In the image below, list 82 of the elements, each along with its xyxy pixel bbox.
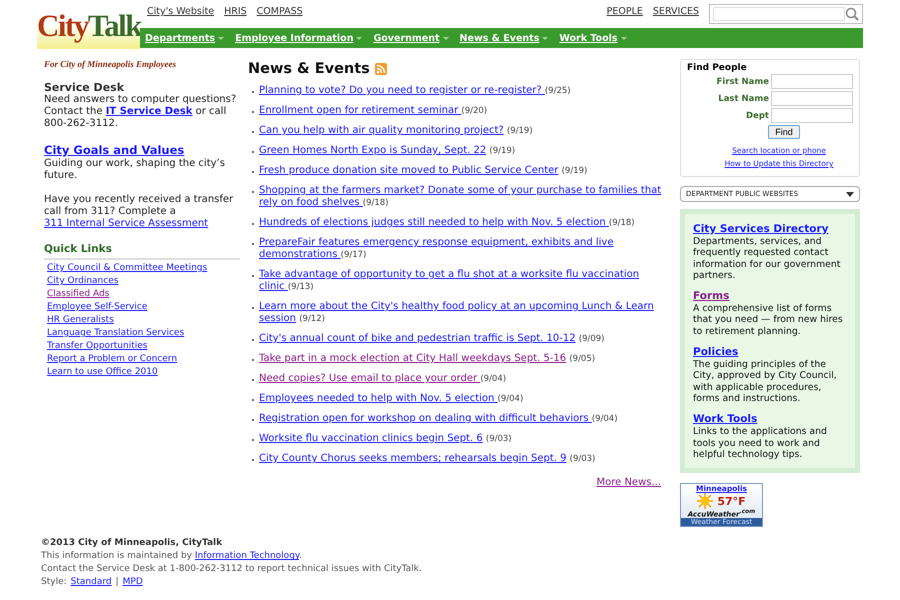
news-item[interactable]: Take part in a mock election at City Hall weekdays Sept. 5-16 (9/05): [259, 353, 596, 365]
quick-link[interactable]: Language Translation Services: [47, 328, 184, 338]
field-label: Last Name: [718, 94, 769, 104]
news-item[interactable]: Take advantage of opportunity to get a flu shot at a worksite flu vaccination clinic (9/13): [259, 269, 663, 293]
news-item[interactable]: Planning to vote? Do you need to register or re-register? (9/25): [259, 85, 571, 97]
service-description: Departments, services, and frequently requested contact information for our government partners.: [693, 236, 842, 282]
it-service-desk-link[interactable]: IT Service Desk: [106, 106, 192, 117]
service-link[interactable]: City Services Directory: [693, 223, 828, 235]
transfer-text: Have you recently received a transfer call from 311? Complete a 311 Internal Service Assessment: [44, 194, 234, 230]
field-label: Dept: [746, 110, 769, 120]
nav-menu-item[interactable]: Government: [373, 32, 449, 44]
copyright-text: ©2013 City of Minneapolis, CityTalk: [41, 537, 224, 550]
news-item[interactable]: Employees needed to help with Nov. 5 election (9/04): [259, 393, 524, 405]
contact-text: Contact the Service Desk at 1-800-262-3112 to report technical issues with CityTalk.: [41, 563, 423, 576]
quick-link[interactable]: Classified Ads: [47, 289, 110, 299]
service-desk-text: Need answers to computer questions? Contact the IT Service Desk or call 800-262-3112.: [44, 94, 238, 130]
news-item[interactable]: Worksite flu vaccination clinics begin Sept. 6 (9/03): [259, 433, 512, 445]
input-field[interactable]: [771, 91, 853, 106]
service-description: Links to the applications and tools you need to work and helpful technology tips.: [693, 426, 828, 460]
news-item[interactable]: PrepareFair features emergency response equipment, exhibits and live demonstrations (9/17): [259, 237, 663, 261]
news-item[interactable]: Green Homes North Expo is Sunday, Sept. 22 (9/19): [259, 145, 516, 157]
nav-menu-item[interactable]: News & Events: [460, 32, 548, 44]
nav-menu-item[interactable]: Employee Information: [235, 32, 362, 44]
news-item[interactable]: Registration open for workshop on dealing with difficult behaviors (9/04): [259, 413, 618, 425]
service-description: A comprehensive list of forms that you need — from new hires to retirement planning.: [693, 303, 844, 338]
rss-icon[interactable]: [374, 63, 387, 75]
caret-icon: [542, 36, 548, 40]
assessment-link[interactable]: 311 Internal Service Assessment: [44, 218, 208, 229]
sun-icon: [697, 493, 714, 510]
caret-icon: [356, 36, 362, 40]
news-item[interactable]: City County Chorus seeks members; rehearsals begin Sept. 9 (9/03): [259, 453, 596, 465]
panel-title: Find People: [687, 63, 748, 73]
nav-menu-item[interactable]: Work Tools: [559, 32, 627, 44]
quick-link[interactable]: Transfer Opportunities: [47, 341, 148, 351]
service-link[interactable]: Work Tools: [693, 413, 758, 426]
quick-link[interactable]: HR Generalists: [47, 315, 114, 325]
caret-icon: [620, 36, 627, 40]
more-news-link[interactable]: More News...: [596, 477, 661, 488]
service-description: The guiding principles of the City, approved by City Council, with applicable procedures, forms and instructions.: [693, 359, 838, 404]
separator: |: [116, 576, 119, 590]
news-item[interactable]: Enrollment open for retirement seminar (9/20): [259, 105, 488, 117]
tagline: For City of Minneapolis Employees: [44, 59, 178, 69]
input-field[interactable]: [771, 74, 853, 89]
temperature: 57°F: [717, 494, 746, 508]
field-label: First Name: [716, 76, 769, 86]
section-title: Service Desk: [44, 81, 126, 94]
goals-text: Guiding our work, shaping the city’s future.: [44, 158, 226, 182]
news-title: News & Events: [248, 61, 370, 77]
input-field[interactable]: [771, 108, 853, 123]
top-link[interactable]: PEOPLE: [606, 6, 643, 17]
top-link[interactable]: COMPASS: [256, 6, 303, 17]
search-field[interactable]: [709, 4, 863, 24]
news-item[interactable]: City's annual count of bike and pedestrian traffic is Sept. 10-12 (9/09): [259, 333, 604, 345]
search-icon[interactable]: [845, 7, 859, 21]
style-label: Style:: [41, 576, 67, 590]
quick-link[interactable]: City Ordinances: [47, 276, 118, 286]
quick-link[interactable]: Learn to use Office 2010: [47, 367, 158, 377]
maintained-text: This information is maintained by Information Technology.: [41, 550, 303, 564]
top-link[interactable]: HRIS: [224, 6, 247, 17]
top-link[interactable]: SERVICES: [652, 6, 699, 17]
quick-link[interactable]: City Council & Committee Meetings: [47, 263, 208, 273]
find-button[interactable]: Find: [768, 125, 800, 139]
news-item[interactable]: Shopping at the farmers market? Donate some of your purchase to families that rely on food shelves (9/18): [259, 185, 663, 209]
news-item[interactable]: Can you help with air quality monitoring project? (9/19): [259, 125, 533, 137]
style-link[interactable]: MPD: [122, 576, 143, 590]
top-link[interactable]: City's Website: [147, 6, 214, 17]
style-link[interactable]: Standard: [70, 576, 112, 590]
quick-links-title: Quick Links: [44, 243, 240, 260]
goals-link[interactable]: City Goals and Values: [44, 143, 184, 157]
news-item[interactable]: Fresh produce donation site moved to Public Service Center (9/19): [259, 165, 588, 177]
news-item[interactable]: Learn more about the City's healthy food policy at an upcoming Lunch & Learn session (9/12): [259, 301, 663, 325]
service-link[interactable]: Forms: [693, 290, 730, 302]
service-link[interactable]: Policies: [693, 346, 738, 358]
quick-link[interactable]: Report a Problem or Concern: [47, 354, 178, 364]
quick-link[interactable]: Employee Self-Service: [47, 302, 148, 312]
caret-icon: [442, 36, 449, 40]
nav-menu-item[interactable]: Departments: [145, 32, 224, 44]
it-link[interactable]: Information Technology: [194, 551, 299, 562]
dropdown-arrow-icon: [846, 192, 854, 196]
news-item[interactable]: Need copies? Use email to place your order (9/04): [259, 373, 506, 385]
caret-icon: [218, 36, 224, 40]
news-item[interactable]: Hundreds of elections judges still needed to help with Nov. 5 election (9/18): [259, 217, 635, 229]
